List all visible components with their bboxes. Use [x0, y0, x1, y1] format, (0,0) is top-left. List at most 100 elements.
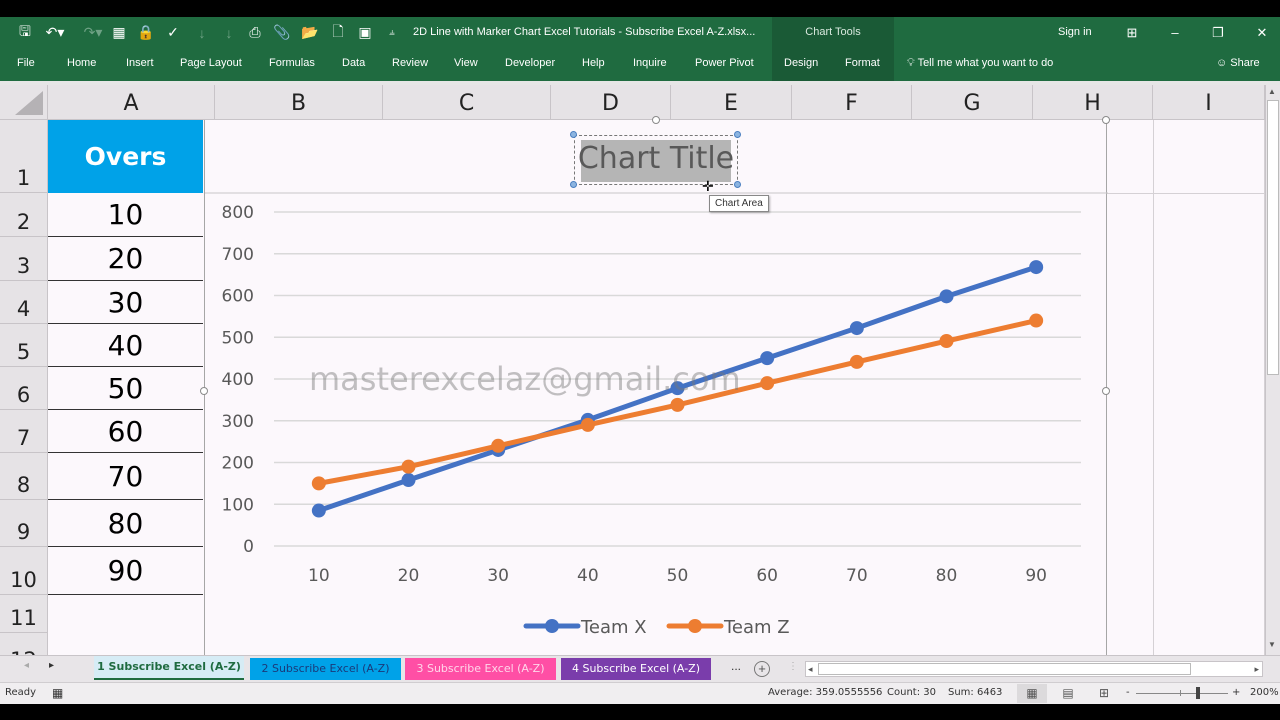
- cell-a-value[interactable]: 30: [48, 281, 203, 324]
- row-header-11[interactable]: 11: [0, 595, 48, 633]
- ribbon-tab-data[interactable]: Data: [342, 48, 365, 81]
- column-header-f[interactable]: F: [792, 85, 912, 120]
- ribbon-tab-insert[interactable]: Insert: [126, 48, 154, 81]
- scroll-down-icon[interactable]: ▼: [1268, 640, 1276, 649]
- row-header-7[interactable]: 7: [0, 410, 48, 453]
- ribbon-tab-page-layout[interactable]: Page Layout: [180, 48, 242, 81]
- sheet-tab-1[interactable]: 1 Subscribe Excel (A-Z): [94, 656, 244, 680]
- save-icon[interactable]: 🖫: [16, 17, 34, 48]
- cell-a1-header[interactable]: Overs: [48, 120, 203, 193]
- row-header-5[interactable]: 5: [0, 324, 48, 367]
- row-header-10[interactable]: 10: [0, 547, 48, 595]
- column-header-d[interactable]: D: [551, 85, 671, 120]
- row-header-1[interactable]: 1: [0, 120, 48, 193]
- window-icon[interactable]: ▣: [356, 17, 374, 48]
- cell-a-value[interactable]: 60: [48, 410, 203, 453]
- chart-resize-handle-top-right[interactable]: [1102, 116, 1110, 124]
- new-file-icon[interactable]: 🗋: [329, 17, 347, 48]
- more-sheets-button[interactable]: ...: [731, 659, 741, 673]
- ribbon-tab-format[interactable]: Format: [845, 48, 880, 81]
- cell-a-value[interactable]: 80: [48, 500, 203, 547]
- attach-icon[interactable]: 📎: [273, 17, 291, 48]
- scroll-left-icon[interactable]: ◂: [808, 662, 813, 676]
- page-break-view-icon[interactable]: ⊞: [1089, 684, 1119, 703]
- ribbon-tab-power-pivot[interactable]: Power Pivot: [695, 48, 754, 81]
- sheet-tab-4[interactable]: 4 Subscribe Excel (A-Z): [561, 658, 711, 680]
- add-sheet-button[interactable]: +: [754, 661, 770, 677]
- page-layout-view-icon[interactable]: ▤: [1053, 684, 1083, 703]
- vertical-scrollbar[interactable]: ▲ ▼: [1265, 85, 1280, 655]
- ribbon-tab-file[interactable]: File: [17, 48, 35, 81]
- chart-resize-handle-left[interactable]: [200, 387, 208, 395]
- column-header-h[interactable]: H: [1033, 85, 1153, 120]
- chart-area[interactable]: 0 100 200 300 400 500 600 700 800 10 20 30 40 50 60 70 8…: [200, 116, 1110, 660]
- title-resize-handle[interactable]: [734, 131, 741, 138]
- sign-in-link[interactable]: Sign in: [1058, 17, 1092, 48]
- sheet-tab-2[interactable]: 2 Subscribe Excel (A-Z): [250, 658, 401, 680]
- column-header-c[interactable]: C: [383, 85, 551, 120]
- title-resize-handle[interactable]: [570, 181, 577, 188]
- row-header-12[interactable]: 12: [0, 633, 48, 655]
- ribbon-tab-design[interactable]: Design: [784, 48, 818, 81]
- scroll-up-icon[interactable]: ▲: [1268, 87, 1276, 96]
- print-preview-icon[interactable]: ⎙: [246, 17, 264, 48]
- column-header-e[interactable]: E: [671, 85, 792, 120]
- normal-view-icon[interactable]: ▦: [1017, 684, 1047, 703]
- sheet-tab-3[interactable]: 3 Subscribe Excel (A-Z): [405, 658, 556, 680]
- ribbon-tab-view[interactable]: View: [454, 48, 478, 81]
- customize-qat-icon[interactable]: ⫨: [383, 17, 401, 48]
- vertical-scroll-thumb[interactable]: [1267, 100, 1279, 375]
- zoom-slider-track[interactable]: [1136, 693, 1228, 694]
- row-header-3[interactable]: 3: [0, 237, 48, 281]
- next-sheet-icon[interactable]: ▸: [49, 660, 54, 671]
- zoom-in-button[interactable]: +: [1232, 683, 1240, 703]
- macro-record-icon[interactable]: ▦: [52, 683, 63, 703]
- column-header-a[interactable]: A: [48, 85, 215, 120]
- row-header-8[interactable]: 8: [0, 453, 48, 500]
- restore-icon[interactable]: ❐: [1203, 17, 1233, 48]
- form-icon[interactable]: ▦: [110, 17, 128, 48]
- row-header-6[interactable]: 6: [0, 367, 48, 410]
- ribbon-tab-help[interactable]: Help: [582, 48, 605, 81]
- status-sum[interactable]: Sum: 6463: [948, 683, 1002, 703]
- redo-icon[interactable]: ↷▾: [80, 17, 106, 48]
- cell-a-value[interactable]: 90: [48, 547, 203, 595]
- cell-a-value[interactable]: 10: [48, 193, 203, 237]
- prev-sheet-icon[interactable]: ◂: [24, 660, 29, 671]
- row-header-9[interactable]: 9: [0, 500, 48, 547]
- status-count[interactable]: Count: 30: [887, 683, 936, 703]
- column-header-i[interactable]: I: [1153, 85, 1265, 120]
- cell-a-value[interactable]: 50: [48, 367, 203, 410]
- sort-ascending-icon[interactable]: ↓: [193, 17, 211, 48]
- ribbon-tab-formulas[interactable]: Formulas: [269, 48, 315, 81]
- horizontal-scrollbar[interactable]: ◂ ▸: [805, 661, 1263, 677]
- ribbon-display-options-icon[interactable]: ⊞: [1117, 17, 1147, 48]
- chart-title[interactable]: Chart Title: [574, 141, 738, 176]
- zoom-slider-thumb[interactable]: [1196, 687, 1200, 699]
- column-header-b[interactable]: B: [215, 85, 383, 120]
- ribbon-tab-inquire[interactable]: Inquire: [633, 48, 667, 81]
- title-resize-handle[interactable]: [570, 131, 577, 138]
- share-button[interactable]: ☺ Share: [1216, 48, 1260, 79]
- ribbon-tab-review[interactable]: Review: [392, 48, 428, 81]
- chart-resize-handle-top[interactable]: [652, 116, 660, 124]
- ribbon-tab-home[interactable]: Home: [67, 48, 96, 81]
- close-icon[interactable]: ✕: [1247, 17, 1277, 48]
- undo-icon[interactable]: ↶▾: [42, 17, 68, 48]
- horizontal-scroll-thumb[interactable]: [818, 663, 1191, 675]
- open-folder-icon[interactable]: 📂: [301, 17, 319, 48]
- row-header-2[interactable]: 2: [0, 193, 48, 237]
- status-average[interactable]: Average: 359.0555556: [768, 683, 882, 703]
- chart-resize-handle-right[interactable]: [1102, 387, 1110, 395]
- tell-me-search[interactable]: 💡︎ Tell me what you want to do: [907, 48, 1053, 79]
- minimize-icon[interactable]: –: [1160, 17, 1190, 48]
- sort-descending-icon[interactable]: ↓: [220, 17, 238, 48]
- zoom-out-button[interactable]: -: [1126, 683, 1130, 703]
- cell-a-value[interactable]: 40: [48, 324, 203, 367]
- zoom-level[interactable]: 200%: [1250, 683, 1279, 703]
- lock-icon[interactable]: 🔒: [137, 17, 155, 48]
- column-header-g[interactable]: G: [912, 85, 1033, 120]
- cell-a-value[interactable]: 70: [48, 453, 203, 500]
- spelling-icon[interactable]: ✓: [164, 17, 182, 48]
- select-all-button[interactable]: [0, 85, 48, 120]
